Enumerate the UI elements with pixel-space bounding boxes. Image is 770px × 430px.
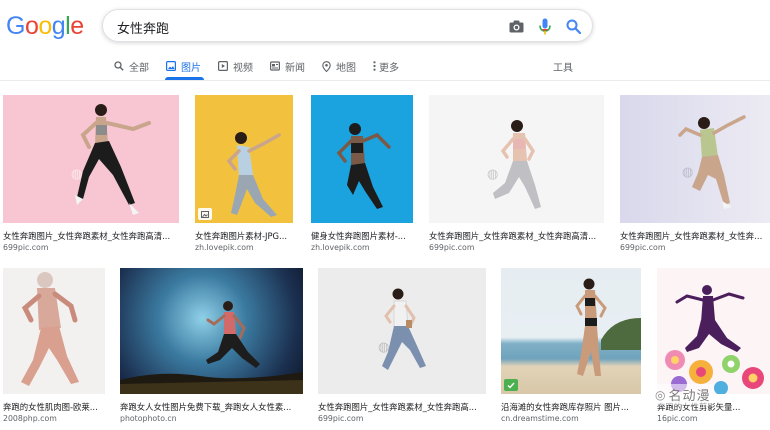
runner-photo	[226, 132, 281, 217]
tab-more[interactable]: 更多	[373, 57, 399, 75]
runner-photo	[382, 288, 426, 370]
tab-label: 新闻	[285, 62, 305, 74]
result-thumbnail[interactable]	[501, 268, 641, 394]
tab-news[interactable]: 新闻	[270, 57, 305, 75]
watermark-icon: ◍	[487, 167, 499, 182]
result-caption[interactable]: 女性奔跑图片_女性奔跑素材_女性奔跑高...	[318, 402, 486, 413]
anatomy-figure	[21, 272, 79, 386]
watermark-icon: ◍	[378, 340, 390, 355]
result-thumbnail[interactable]	[311, 95, 413, 223]
image-result[interactable]: 健身女性奔跑图片素材-... zh.lovepik.com	[311, 95, 413, 255]
image-result[interactable]: 女性奔跑图片素材-JPG... zh.lovepik.com	[195, 95, 293, 255]
runner-photo	[678, 115, 746, 209]
beach-runner-photo	[575, 278, 641, 376]
result-thumbnail[interactable]: ◍	[620, 95, 770, 223]
result-caption[interactable]: 女性奔跑图片素材-JPG...	[195, 231, 293, 242]
search-box[interactable]: 女性奔跑	[102, 9, 593, 42]
image-type-icon	[198, 208, 212, 220]
tab-label: 视频	[233, 62, 253, 74]
tab-label: 图片	[181, 62, 201, 74]
map-pin-icon	[322, 60, 331, 72]
search-input[interactable]: 女性奔跑	[117, 18, 169, 37]
image-result[interactable]: ◍ 女性奔跑图片_女性奔跑素材_女性奔跑高... 699pic.com	[318, 268, 486, 428]
result-source[interactable]: 699pic.com	[429, 243, 474, 253]
tab-all[interactable]: 全部	[114, 57, 149, 75]
result-caption[interactable]: 沿海滩的女性奔跑库存照片 图片...	[501, 402, 641, 413]
microphone-icon[interactable]	[535, 16, 555, 36]
result-thumbnail[interactable]	[657, 268, 770, 394]
result-source[interactable]: 699pic.com	[3, 243, 48, 253]
result-thumbnail[interactable]	[120, 268, 303, 394]
image-icon	[166, 61, 176, 71]
watermark-icon: ◍	[682, 165, 694, 180]
overlay-watermark: ◎ 名动漫	[652, 384, 714, 405]
result-source[interactable]: photophoto.cn	[120, 414, 177, 424]
image-result[interactable]: 沿海滩的女性奔跑库存照片 图片... cn.dreamstime.com	[501, 268, 641, 428]
tab-label: 更多	[379, 62, 399, 74]
result-source[interactable]: 699pic.com	[318, 414, 363, 424]
result-caption[interactable]: 健身女性奔跑图片素材-...	[311, 231, 413, 242]
result-thumbnail[interactable]	[195, 95, 293, 223]
result-source[interactable]: 699pic.com	[620, 243, 665, 253]
wechat-icon: ◎	[655, 387, 666, 402]
result-caption[interactable]: 奔跑的女性肌肉图-欧莱...	[3, 402, 105, 413]
video-icon	[218, 61, 228, 71]
header-divider	[0, 80, 770, 81]
camera-icon[interactable]	[506, 16, 526, 36]
image-result[interactable]: ◍ 女性奔跑图片_女性奔跑素材_女性奔跑... 699pic.com	[620, 95, 770, 255]
runner-photo	[336, 123, 391, 209]
result-source[interactable]: 2008php.com	[3, 414, 57, 424]
search-icon[interactable]	[563, 16, 583, 36]
tools-button[interactable]: 工具	[553, 59, 573, 74]
checkmark-badge-icon	[504, 379, 518, 391]
watermark-icon: ◍	[71, 167, 83, 182]
tab-images[interactable]: 图片	[166, 57, 201, 75]
image-result[interactable]: 奔跑女人女性图片免费下载_奔跑女人女性素... photophoto.cn	[120, 268, 303, 428]
runner-silhouette-photo	[120, 301, 303, 394]
search-icon	[114, 61, 124, 71]
result-source[interactable]: zh.lovepik.com	[195, 243, 254, 253]
google-logo[interactable]: Google	[6, 12, 84, 40]
runner-photo	[493, 120, 541, 209]
result-caption[interactable]: 奔跑女人女性图片免费下载_奔跑女人女性素...	[120, 402, 303, 413]
result-caption[interactable]: 女性奔跑图片_女性奔跑素材_女性奔跑高清...	[429, 231, 604, 242]
runner-photo	[75, 104, 151, 215]
tab-videos[interactable]: 视频	[218, 57, 253, 75]
result-thumbnail[interactable]	[3, 268, 105, 394]
image-result[interactable]: ◍ 女性奔跑图片_女性奔跑素材_女性奔跑高清... 699pic.com	[3, 95, 179, 255]
result-thumbnail[interactable]: ◍	[429, 95, 604, 223]
result-source[interactable]: zh.lovepik.com	[311, 243, 370, 253]
result-thumbnail[interactable]: ◍	[318, 268, 486, 394]
more-vert-icon	[373, 61, 376, 71]
tab-label: 全部	[129, 62, 149, 74]
runner-silhouette-illustration	[665, 285, 764, 394]
tab-label: 地图	[336, 62, 356, 74]
result-caption[interactable]: 女性奔跑图片_女性奔跑素材_女性奔跑高清...	[3, 231, 179, 242]
image-result[interactable]: ◍ 女性奔跑图片_女性奔跑素材_女性奔跑高清... 699pic.com	[429, 95, 604, 255]
result-source[interactable]: cn.dreamstime.com	[501, 414, 579, 424]
result-caption[interactable]: 女性奔跑图片_女性奔跑素材_女性奔跑...	[620, 231, 770, 242]
result-source[interactable]: 16pic.com	[657, 414, 697, 424]
news-icon	[270, 61, 280, 71]
search-tabs: 全部 图片 视频 新闻 地图 更多	[114, 57, 416, 75]
tab-maps[interactable]: 地图	[322, 57, 356, 75]
image-result[interactable]: 奔跑的女性肌肉图-欧莱... 2008php.com	[3, 268, 105, 428]
watermark-text: 名动漫	[668, 389, 711, 404]
result-thumbnail[interactable]: ◍	[3, 95, 179, 223]
